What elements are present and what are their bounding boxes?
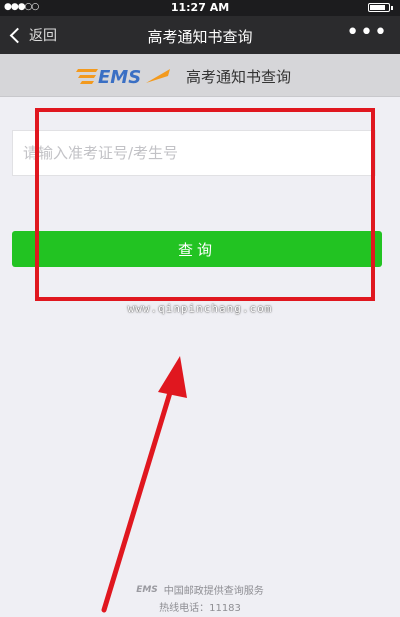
header-title: 高考通知书查询 — [186, 68, 292, 86]
battery-icon — [368, 3, 393, 12]
watermark: www.qinpinchang.com — [127, 302, 273, 315]
ems-logo-icon: EMS — [76, 64, 172, 88]
footer: EMS 中国邮政提供查询服务 热线电话：11183 — [0, 582, 400, 615]
footer-service-text: 中国邮政提供查询服务 — [163, 586, 264, 597]
exam-number-field-card — [12, 130, 376, 176]
status-bar: ●●●○○ 11:27 AM — [0, 0, 400, 16]
exam-number-input[interactable] — [13, 131, 375, 175]
status-time: 11:27 AM — [170, 1, 230, 14]
svg-text:EMS: EMS — [98, 67, 141, 88]
header-banner: EMS 高考通知书查询 — [0, 54, 400, 97]
battery-level — [370, 5, 386, 10]
footer-hotline: 热线电话：11183 — [159, 603, 241, 614]
nav-title: 高考通知书查询 — [147, 28, 253, 46]
nav-bar: 返回 高考通知书查询 ••• — [0, 16, 400, 54]
query-button[interactable]: 查询 — [12, 231, 382, 267]
more-icon[interactable]: ••• — [346, 20, 388, 45]
footer-ems-logo: EMS — [136, 584, 158, 595]
